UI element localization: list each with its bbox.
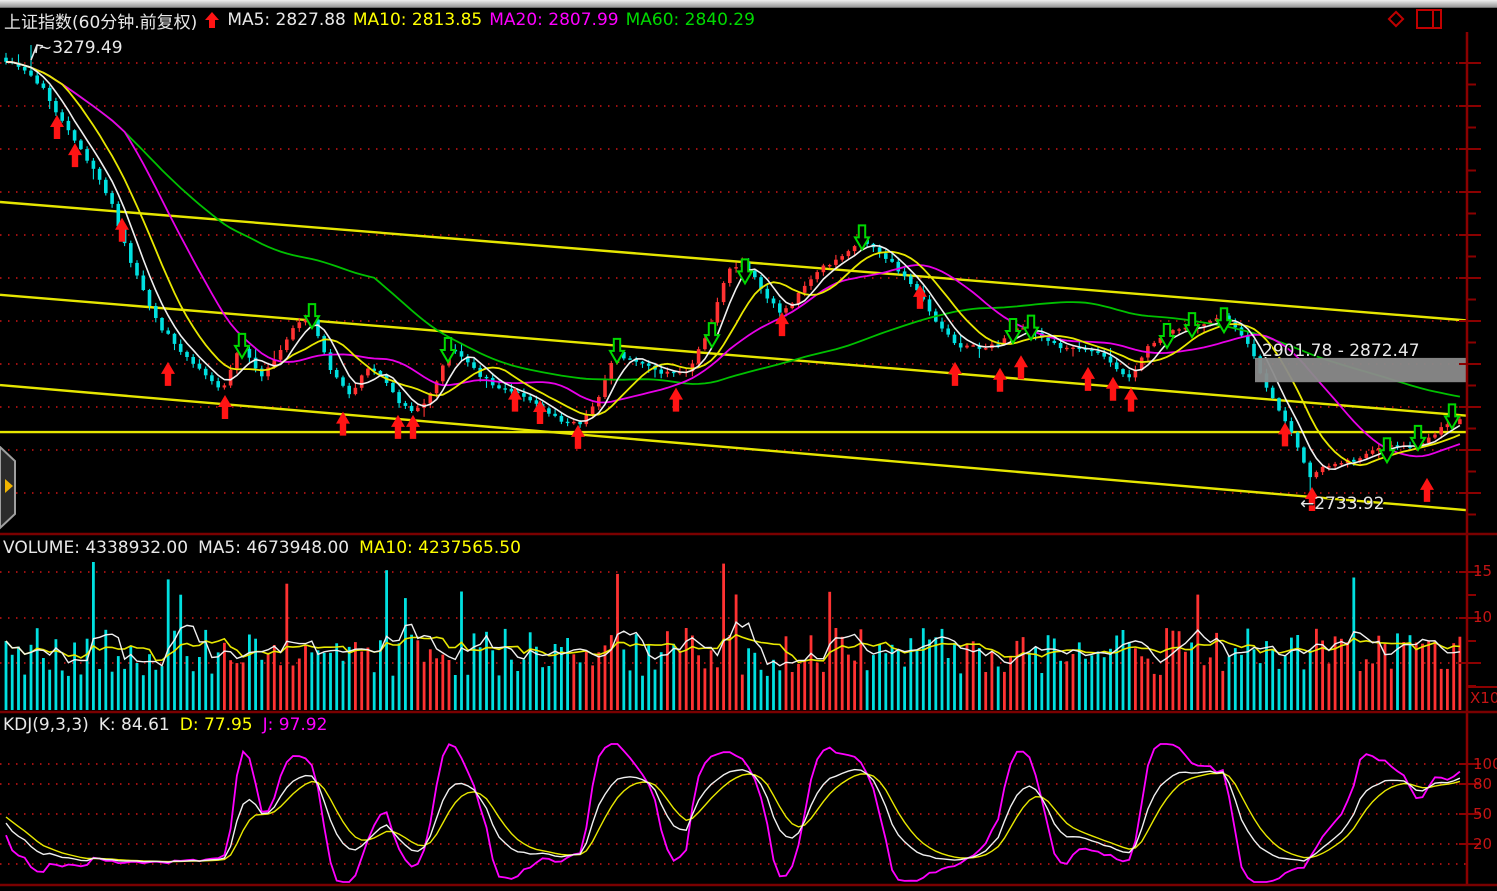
volume-ma10-value: MA10: 4237565.50 [359, 538, 521, 558]
volume-chart-canvas[interactable] [5, 562, 1462, 710]
chart-graphics [0, 0, 1497, 891]
volume-value: VOLUME: 4338932.00 [3, 538, 188, 558]
ma20-value: MA20: 2807.99 [489, 10, 618, 30]
kdj-axis-label: 20 [1473, 835, 1492, 853]
ma10-value: MA10: 2813.85 [353, 10, 482, 30]
split-window-icon[interactable] [1416, 9, 1442, 29]
kdj-k-value: K: 84.61 [99, 715, 170, 735]
selection-range-band [1255, 358, 1467, 382]
kdj-axis-label: 50 [1473, 805, 1492, 823]
kdj-axis-label: 80 [1473, 775, 1492, 793]
chart-toolbar [1386, 9, 1442, 29]
main-chart-header: 上证指数(60分钟.前复权) MA5: 2827.88 MA10: 2813.8… [4, 8, 755, 32]
up-arrow-icon [204, 11, 220, 29]
price-axis [0, 32, 1497, 886]
kdj-j-value: J: 97.92 [263, 715, 328, 735]
volume-unit-label: X10 [1470, 689, 1497, 707]
stock-chart-app: 上证指数(60分钟.前复权) MA5: 2827.88 MA10: 2813.8… [0, 0, 1497, 891]
ma60-value: MA60: 2840.29 [626, 10, 755, 30]
volume-axis-label: 15 [1473, 562, 1492, 580]
volume-ma5-value: MA5: 4673948.00 [198, 538, 349, 558]
buy-sell-arrows [50, 115, 1459, 511]
kdj-name: KDJ(9,3,3) [3, 715, 89, 735]
sidebar-expand-handle[interactable] [0, 446, 17, 530]
gridlines [0, 63, 1466, 864]
ma5-value: MA5: 2827.88 [227, 10, 346, 30]
high-price-label: ~3279.49 [38, 38, 123, 58]
low-price-label: ←2733.92 [1300, 494, 1385, 514]
kdj-axis-label: 100 [1473, 755, 1497, 773]
kdj-d-value: D: 77.95 [180, 715, 253, 735]
symbol-title: 上证指数(60分钟.前复权) [4, 8, 197, 33]
main-chart-canvas[interactable] [4, 45, 1462, 497]
volume-header: VOLUME: 4338932.00 MA5: 4673948.00 MA10:… [3, 537, 521, 559]
volume-axis-label: 10 [1473, 608, 1492, 626]
trend-channel-lines [0, 202, 1467, 510]
kdj-header: KDJ(9,3,3) K: 84.61 D: 77.95 J: 97.92 [3, 714, 327, 736]
diamond-icon[interactable] [1386, 9, 1406, 29]
selection-range-label: 2901.78 - 2872.47 [1262, 341, 1420, 361]
